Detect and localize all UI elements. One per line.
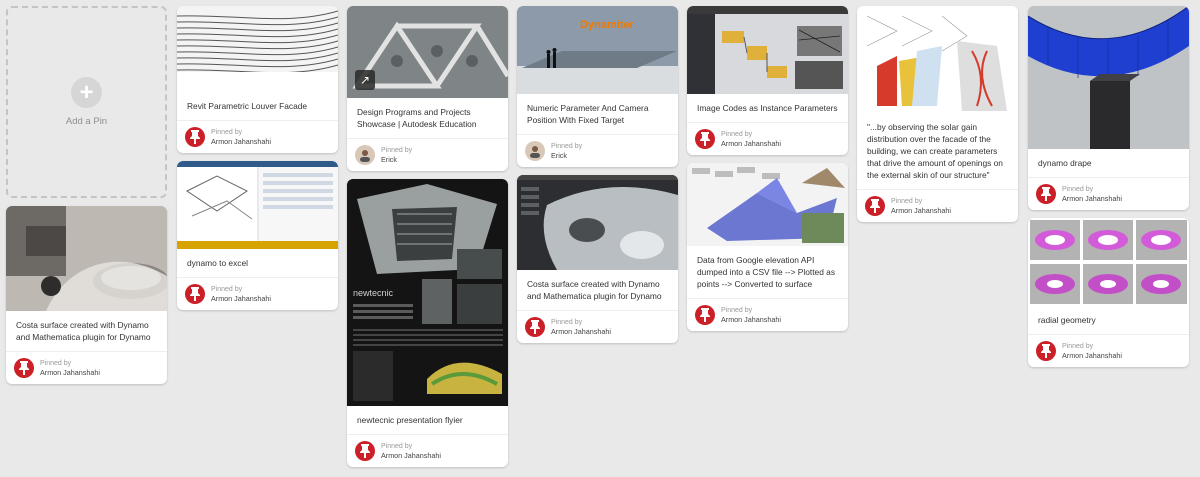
pinner-avatar-pin-icon[interactable] [695, 305, 715, 325]
pin-description: Design Programs and Projects Showcase | … [347, 98, 508, 139]
pinner-avatar-pin-icon[interactable] [695, 129, 715, 149]
add-pin-button[interactable]: + Add a Pin [6, 6, 167, 198]
pinner-name[interactable]: Erick [381, 155, 412, 164]
pin-image[interactable] [1028, 218, 1189, 306]
pin-image[interactable] [177, 6, 338, 92]
pin-card[interactable]: Image Codes as Instance Parameters Pinne… [687, 6, 848, 155]
pinner-name[interactable]: Armon Jahanshahi [1062, 194, 1122, 203]
column-6: "...by observing the solar gain distribu… [857, 6, 1018, 230]
pin-card[interactable]: newtecnic newtecnic presentation flyier … [347, 179, 508, 467]
pin-card[interactable]: "...by observing the solar gain distribu… [857, 6, 1018, 222]
pinner-name[interactable]: Erick [551, 151, 582, 160]
pinner-name[interactable]: Armon Jahanshahi [211, 137, 271, 146]
pin-description: Revit Parametric Louver Facade [177, 92, 338, 121]
column-7: dynamo drape Pinned by Armon Jahanshahi [1028, 6, 1189, 375]
pinner-avatar-pin-icon[interactable] [185, 127, 205, 147]
pin-card[interactable]: ↗ Design Programs and Projects Showcase … [347, 6, 508, 171]
pinner-name[interactable]: Armon Jahanshahi [551, 327, 611, 336]
pinner-info[interactable]: Pinned by Armon Jahanshahi [177, 278, 338, 310]
pin-image[interactable]: ↗ [347, 6, 508, 98]
pin-image[interactable]: Dynamiter [517, 6, 678, 94]
pin-description: Costa surface created with Dynamo and Ma… [517, 270, 678, 311]
column-3: ↗ Design Programs and Projects Showcase … [347, 6, 508, 475]
dynamiter-sign-text: Dynamiter [580, 19, 635, 31]
pinned-by-label: Pinned by [1062, 343, 1094, 350]
pinner-info[interactable]: Pinned by Erick [517, 135, 678, 167]
pinner-name[interactable]: Armon Jahanshahi [211, 294, 271, 303]
pin-description: radial geometry [1028, 306, 1189, 335]
pin-description: dynamo drape [1028, 149, 1189, 178]
pinned-by-label: Pinned by [551, 319, 583, 326]
pinner-name[interactable]: Armon Jahanshahi [721, 139, 781, 148]
pinner-avatar-pin-icon[interactable] [865, 196, 885, 216]
pinner-avatar-pin-icon[interactable] [1036, 184, 1056, 204]
pinner-info[interactable]: Pinned by Armon Jahanshahi [177, 121, 338, 153]
pinner-avatar-pin-icon[interactable] [355, 441, 375, 461]
pin-image[interactable] [6, 206, 167, 311]
pinner-name[interactable]: Armon Jahanshahi [891, 206, 951, 215]
column-1: + Add a Pin Costa surface created with D… [6, 6, 167, 392]
pinned-by-label: Pinned by [721, 307, 753, 314]
newtecnic-logo-text: newtecnic [353, 288, 394, 298]
share-icon[interactable]: ↗ [355, 70, 375, 90]
pin-image[interactable] [857, 6, 1018, 113]
pin-description: dynamo to excel [177, 249, 338, 278]
pinner-info[interactable]: Pinned by Armon Jahanshahi [517, 311, 678, 343]
pinned-by-label: Pinned by [211, 129, 243, 136]
pin-description: Numeric Parameter And Camera Position Wi… [517, 94, 678, 135]
pinned-by-label: Pinned by [211, 286, 243, 293]
pinned-by-label: Pinned by [40, 360, 72, 367]
pinner-name[interactable]: Armon Jahanshahi [381, 451, 441, 460]
pin-card[interactable]: Revit Parametric Louver Facade Pinned by… [177, 6, 338, 153]
pin-card[interactable]: Costa surface created with Dynamo and Ma… [6, 206, 167, 384]
pinner-avatar-pin-icon[interactable] [185, 284, 205, 304]
pinner-avatar[interactable] [525, 141, 545, 161]
column-2: Revit Parametric Louver Facade Pinned by… [177, 6, 338, 318]
plus-icon: + [71, 77, 102, 108]
pinned-by-label: Pinned by [381, 147, 413, 154]
pin-description: "...by observing the solar gain distribu… [857, 113, 1018, 190]
pinner-avatar-pin-icon[interactable] [525, 317, 545, 337]
pinner-info[interactable]: Pinned by Armon Jahanshahi [687, 123, 848, 155]
pinner-info[interactable]: Pinned by Armon Jahanshahi [347, 435, 508, 467]
pin-card[interactable]: dynamo drape Pinned by Armon Jahanshahi [1028, 6, 1189, 210]
pinned-by-label: Pinned by [381, 443, 413, 450]
pin-image[interactable] [687, 6, 848, 94]
pin-board: + Add a Pin Costa surface created with D… [0, 0, 1200, 477]
pinner-info[interactable]: Pinned by Erick [347, 139, 508, 171]
pin-description: newtecnic presentation flyier [347, 406, 508, 435]
pin-description: Costa surface created with Dynamo and Ma… [6, 311, 167, 352]
pin-card[interactable]: Data from Google elevation API dumped in… [687, 163, 848, 331]
pin-card[interactable]: radial geometry Pinned by Armon Jahansha… [1028, 218, 1189, 367]
pinner-info[interactable]: Pinned by Armon Jahanshahi [857, 190, 1018, 222]
column-4: Dynamiter Numeric Parameter And Camera P… [517, 6, 678, 351]
pinner-name[interactable]: Armon Jahanshahi [721, 315, 781, 324]
pin-image[interactable] [177, 161, 338, 249]
pinned-by-label: Pinned by [721, 131, 753, 138]
pin-card[interactable]: Costa surface created with Dynamo and Ma… [517, 175, 678, 343]
pinner-avatar-pin-icon[interactable] [14, 358, 34, 378]
pin-image[interactable] [1028, 6, 1189, 149]
pinner-avatar[interactable] [355, 145, 375, 165]
pinner-avatar-pin-icon[interactable] [1036, 341, 1056, 361]
pinned-by-label: Pinned by [1062, 186, 1094, 193]
pinner-info[interactable]: Pinned by Armon Jahanshahi [1028, 178, 1189, 210]
pinner-info[interactable]: Pinned by Armon Jahanshahi [1028, 335, 1189, 367]
pinner-info[interactable]: Pinned by Armon Jahanshahi [6, 352, 167, 384]
pin-card[interactable]: dynamo to excel Pinned by Armon Jahansha… [177, 161, 338, 310]
pin-image[interactable]: newtecnic [347, 179, 508, 406]
pin-image[interactable] [517, 175, 678, 270]
pin-description: Data from Google elevation API dumped in… [687, 246, 848, 299]
pinned-by-label: Pinned by [891, 198, 923, 205]
pinner-name[interactable]: Armon Jahanshahi [1062, 351, 1122, 360]
pin-image[interactable] [687, 163, 848, 246]
pinner-name[interactable]: Armon Jahanshahi [40, 368, 100, 377]
pinner-info[interactable]: Pinned by Armon Jahanshahi [687, 299, 848, 331]
column-5: Image Codes as Instance Parameters Pinne… [687, 6, 848, 339]
add-pin-label: Add a Pin [65, 116, 108, 127]
pin-card[interactable]: Dynamiter Numeric Parameter And Camera P… [517, 6, 678, 167]
pinned-by-label: Pinned by [551, 143, 583, 150]
pin-description: Image Codes as Instance Parameters [687, 94, 848, 123]
